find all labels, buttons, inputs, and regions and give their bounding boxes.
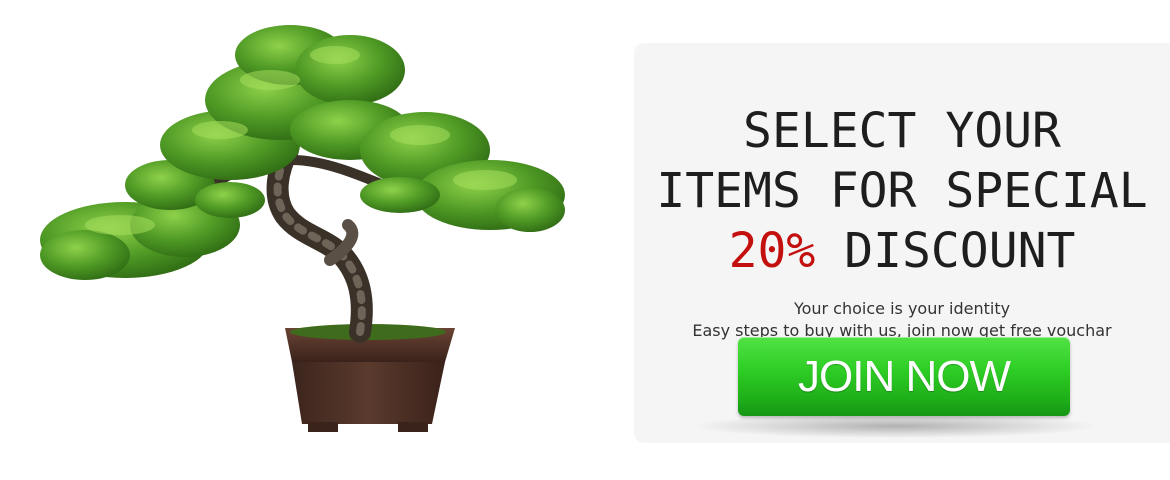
promo-banner: SELECT YOUR ITEMS FOR SPECIAL 20% DISCOU… xyxy=(0,0,1170,480)
subtext-line-1: Your choice is your identity xyxy=(793,299,1011,318)
headline-line-1: SELECT YOUR xyxy=(743,103,1061,159)
discount-word: DISCOUNT xyxy=(844,223,1076,279)
bonsai-tree-image xyxy=(30,10,575,450)
discount-value: 20% xyxy=(728,223,816,279)
bonsai-pot xyxy=(285,324,455,432)
join-now-button[interactable]: JOIN NOW xyxy=(738,337,1070,416)
headline-line-2: ITEMS FOR SPECIAL xyxy=(656,163,1148,219)
join-button-shadow xyxy=(695,414,1095,438)
promo-subtext: Your choice is your identity Easy steps … xyxy=(634,298,1170,342)
headline-line-3: 20% DISCOUNT xyxy=(634,221,1170,281)
promo-headline: SELECT YOUR ITEMS FOR SPECIAL 20% DISCOU… xyxy=(634,101,1170,281)
